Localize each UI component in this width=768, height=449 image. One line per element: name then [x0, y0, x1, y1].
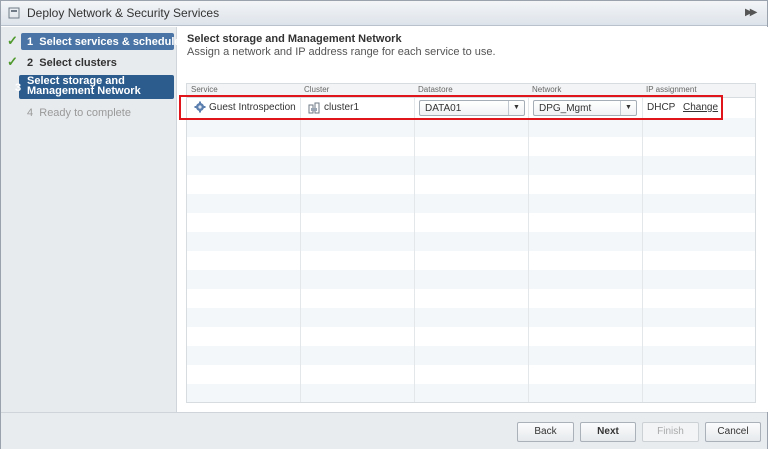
column-header-cluster[interactable]: Cluster: [304, 85, 329, 94]
main-panel: Select storage and Management Network As…: [178, 27, 768, 412]
finish-button[interactable]: Finish: [642, 422, 699, 442]
wizard-footer: Back Next Finish Cancel: [1, 412, 767, 449]
step-ready-to-complete: 4 Ready to complete: [5, 104, 173, 122]
page-subtitle: Assign a network and IP address range fo…: [187, 46, 496, 58]
services-table: Service Cluster Datastore Network IP ass…: [186, 83, 756, 403]
step-label: 1 Select services & schedule: [27, 36, 181, 48]
step-select-services[interactable]: ✓ 1 Select services & schedule: [5, 33, 181, 51]
step-select-storage[interactable]: 3 Select storage and Management Network: [5, 75, 174, 99]
annotation-highlight-box: [179, 95, 723, 120]
expand-icon[interactable]: ▶▶: [745, 6, 759, 20]
check-icon: ✓: [7, 33, 18, 48]
window-icon: [8, 7, 20, 19]
wizard-window: Deploy Network & Security Services ▶▶ ✓ …: [0, 0, 768, 449]
wizard-steps: ✓ 1 Select services & schedule ✓ 2 Selec…: [1, 27, 181, 412]
title-bar: Deploy Network & Security Services ▶▶: [1, 1, 767, 26]
check-icon: ✓: [7, 54, 18, 69]
column-header-ip-assignment[interactable]: IP assignment: [646, 85, 697, 94]
page-title: Select storage and Management Network: [187, 33, 402, 45]
column-header-datastore[interactable]: Datastore: [418, 85, 453, 94]
window-title: Deploy Network & Security Services: [27, 6, 220, 20]
step-label: 2 Select clusters: [27, 57, 117, 69]
step-label: 4 Ready to complete: [27, 107, 131, 119]
next-button[interactable]: Next: [580, 422, 636, 442]
column-header-network[interactable]: Network: [532, 85, 561, 94]
column-header-service[interactable]: Service: [191, 85, 218, 94]
cancel-button[interactable]: Cancel: [705, 422, 761, 442]
step-select-clusters[interactable]: ✓ 2 Select clusters: [5, 54, 173, 72]
back-button[interactable]: Back: [517, 422, 574, 442]
